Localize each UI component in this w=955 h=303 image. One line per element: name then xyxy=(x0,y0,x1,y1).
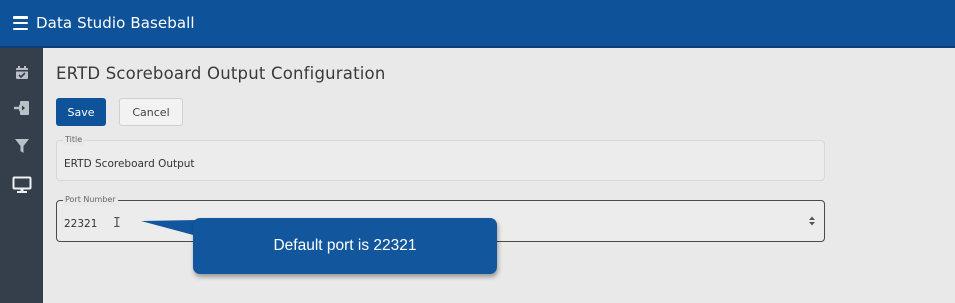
sidebar-item-schedule[interactable] xyxy=(0,58,43,88)
filter-icon xyxy=(14,139,29,153)
save-button[interactable]: Save xyxy=(56,98,106,126)
app-window: Data Studio Baseball ERTD Scoreboard Out… xyxy=(0,0,955,303)
hamburger-menu-icon[interactable] xyxy=(13,16,28,30)
callout-text: Default port is 22321 xyxy=(273,237,417,254)
callout-pointer xyxy=(141,220,197,236)
import-icon xyxy=(13,101,29,115)
page-title: ERTD Scoreboard Output Configuration xyxy=(56,64,386,83)
main-content: ERTD Scoreboard Output Configuration Sav… xyxy=(43,48,955,303)
title-field[interactable]: Title ERTD Scoreboard Output xyxy=(56,134,825,181)
monitor-icon xyxy=(12,176,31,193)
title-field-value[interactable]: ERTD Scoreboard Output xyxy=(64,158,195,170)
sidebar-item-filter[interactable] xyxy=(0,131,43,161)
calendar-check-icon xyxy=(15,66,28,79)
sidebar-item-output[interactable] xyxy=(0,170,43,200)
title-field-label: Title xyxy=(63,134,85,146)
port-number-value[interactable]: 22321 xyxy=(64,218,97,230)
cancel-button[interactable]: Cancel xyxy=(119,98,183,126)
top-app-bar: Data Studio Baseball xyxy=(0,0,955,48)
port-number-label: Port Number xyxy=(63,194,118,206)
text-cursor-icon: I xyxy=(113,216,121,231)
sidebar xyxy=(0,48,43,303)
number-spinner-icon[interactable] xyxy=(808,215,816,227)
sidebar-item-import[interactable] xyxy=(0,93,43,123)
tooltip-callout: Default port is 22321 xyxy=(193,218,497,274)
app-title: Data Studio Baseball xyxy=(36,14,195,32)
